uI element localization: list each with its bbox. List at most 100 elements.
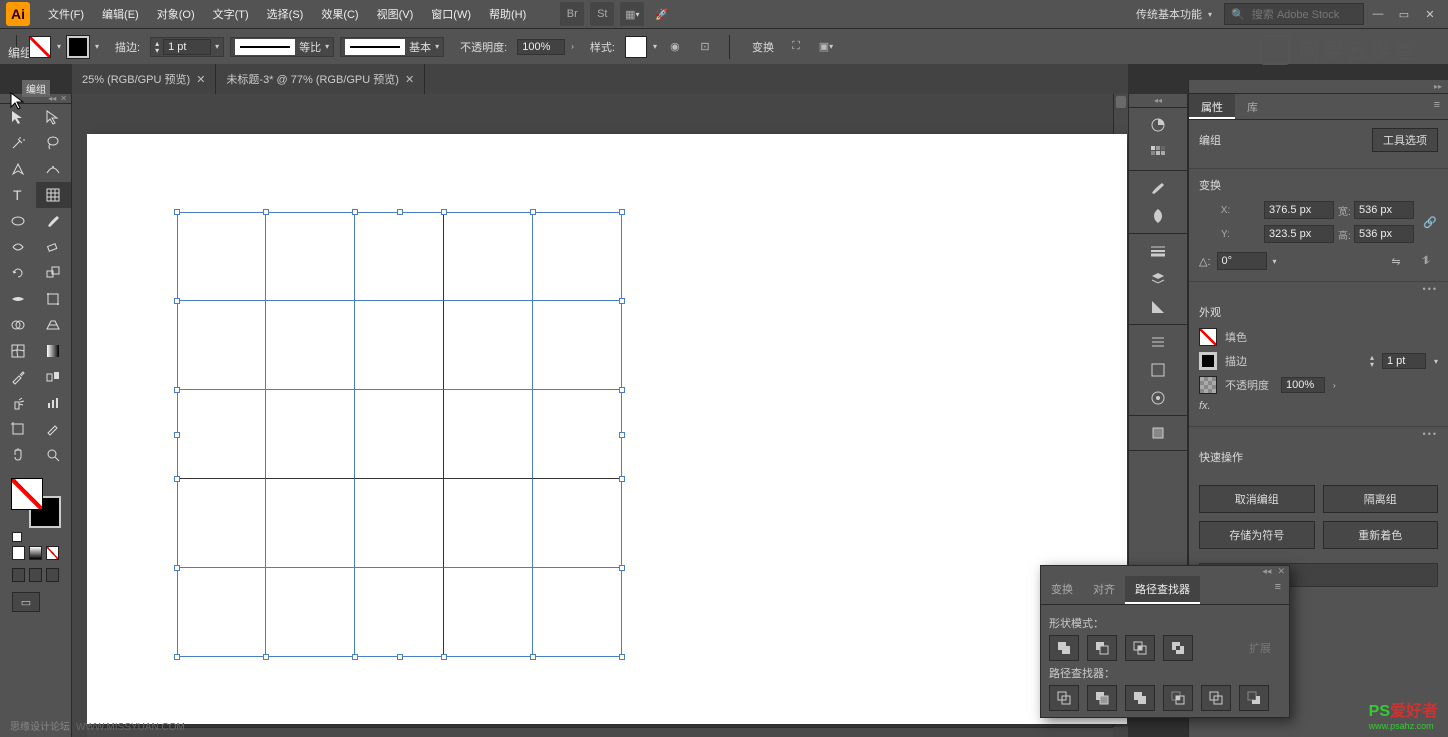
outline-button[interactable] — [1201, 685, 1231, 711]
layers-panel-icon[interactable] — [1129, 265, 1187, 293]
stroke-weight-input[interactable]: ▴▾1 pt▾ — [150, 37, 224, 57]
handle[interactable] — [174, 209, 180, 215]
search-stock[interactable]: 🔍 搜索 Adobe Stock — [1224, 3, 1364, 25]
dock-collapse[interactable]: ◂◂ — [1129, 94, 1187, 108]
more-opacity-icon[interactable]: › — [571, 42, 574, 51]
handle[interactable] — [619, 387, 625, 393]
collapse-icon[interactable]: ◂◂ — [1262, 566, 1271, 576]
trim-button[interactable] — [1087, 685, 1117, 711]
horizontal-scrollbar[interactable] — [87, 727, 1113, 737]
menu-effect[interactable]: 效果(C) — [313, 2, 366, 26]
opacity-input[interactable]: 100% — [517, 39, 565, 55]
handle[interactable] — [619, 654, 625, 660]
flip-v-icon[interactable]: ⥮ — [1414, 249, 1438, 273]
stroke-swatch[interactable] — [1199, 352, 1217, 370]
bridge-icon[interactable]: Br — [560, 2, 584, 26]
shaper-tool[interactable] — [0, 234, 36, 260]
unite-button[interactable] — [1049, 635, 1079, 661]
width-tool[interactable] — [0, 286, 36, 312]
opacity-swatch[interactable] — [1199, 376, 1217, 394]
minus-back-button[interactable] — [1239, 685, 1269, 711]
panel-menu-icon[interactable]: ≡ — [1426, 94, 1448, 119]
handle[interactable] — [441, 654, 447, 660]
pathfinder-panel[interactable]: ◂◂✕ 变换 对齐 路径查找器 ≡ 形状模式： 扩展 路径查找器： — [1040, 565, 1290, 718]
doc-tab[interactable]: 未标题-3* @ 77% (RGB/GPU 预览) ✕ — [216, 64, 425, 94]
chevron-down-icon[interactable]: ▾ — [653, 42, 657, 51]
merge-button[interactable] — [1125, 685, 1155, 711]
magic-wand-tool[interactable] — [0, 130, 36, 156]
color-panel-icon[interactable] — [1129, 111, 1187, 139]
style-swatch[interactable] — [625, 36, 647, 58]
symbol-sprayer-tool[interactable] — [0, 390, 36, 416]
handle[interactable] — [174, 476, 180, 482]
handle[interactable] — [530, 209, 536, 215]
type-tool[interactable]: T — [0, 182, 36, 208]
lasso-tool[interactable] — [36, 130, 72, 156]
tab-properties[interactable]: 属性 — [1189, 94, 1235, 119]
stroke-panel-icon[interactable] — [1129, 237, 1187, 265]
doc-tab[interactable]: 25% (RGB/GPU 预览) ✕ — [72, 64, 216, 94]
menu-object[interactable]: 对象(O) — [149, 2, 203, 26]
handle[interactable] — [174, 654, 180, 660]
gradient-mode[interactable] — [29, 546, 42, 560]
chevron-down-icon[interactable]: ▾ — [95, 42, 99, 51]
gradient-tool[interactable] — [36, 338, 72, 364]
symbols-panel-icon[interactable] — [1129, 202, 1187, 230]
eyedropper-tool[interactable] — [0, 364, 36, 390]
default-colors-icon[interactable] — [12, 532, 22, 542]
artboard[interactable] — [87, 134, 1127, 724]
rotate-input[interactable]: 0° — [1217, 252, 1267, 270]
align-panel-icon[interactable] — [1129, 328, 1187, 356]
maximize-button[interactable]: ▭ — [1392, 4, 1416, 24]
tab-libraries[interactable]: 库 — [1235, 94, 1270, 119]
draw-behind[interactable] — [29, 568, 42, 582]
recolor-icon[interactable]: ◉ — [663, 35, 687, 59]
chevron-down-icon[interactable]: ▾ — [1273, 257, 1277, 266]
tool-options-button[interactable]: 工具选项 — [1372, 128, 1438, 152]
ungroup-button[interactable]: 取消编组 — [1199, 485, 1315, 513]
curvature-tool[interactable] — [36, 156, 72, 182]
ellipse-tool[interactable] — [0, 208, 36, 234]
hand-tool[interactable] — [0, 442, 36, 468]
isolate-button[interactable]: 隔离组 — [1323, 485, 1439, 513]
handle[interactable] — [619, 565, 625, 571]
handle[interactable] — [263, 209, 269, 215]
close-icon[interactable]: ✕ — [196, 73, 205, 86]
shape-builder-tool[interactable] — [0, 312, 36, 338]
graphic-styles-panel-icon[interactable] — [1129, 419, 1187, 447]
transparency-panel-icon[interactable] — [1129, 384, 1187, 412]
menu-type[interactable]: 文字(T) — [205, 2, 257, 26]
fill-color[interactable] — [11, 478, 43, 510]
stepper-icon[interactable]: ▴▾ — [1370, 354, 1374, 368]
link-wh-icon[interactable]: 🔗 — [1422, 214, 1438, 230]
transform-icon[interactable]: ⛶ — [784, 35, 808, 59]
recolor-button[interactable]: 重新着色 — [1323, 521, 1439, 549]
appearance-panel-icon[interactable] — [1129, 293, 1187, 321]
handle[interactable] — [174, 565, 180, 571]
workspace-switcher[interactable]: 传统基本功能 ▾ — [1126, 6, 1222, 22]
handle[interactable] — [530, 654, 536, 660]
swatches-panel-icon[interactable] — [1129, 139, 1187, 167]
zoom-tool[interactable] — [36, 442, 72, 468]
menu-edit[interactable]: 编辑(E) — [94, 2, 147, 26]
close-icon[interactable]: ✕ — [1277, 566, 1285, 576]
close-button[interactable]: ✕ — [1418, 4, 1442, 24]
handle[interactable] — [619, 476, 625, 482]
handle[interactable] — [619, 432, 625, 438]
scale-tool[interactable] — [36, 260, 72, 286]
x-input[interactable]: 376.5 px — [1264, 201, 1334, 219]
handle[interactable] — [619, 298, 625, 304]
stroke-weight-input[interactable]: 1 pt — [1382, 353, 1426, 369]
handle[interactable] — [263, 654, 269, 660]
intersect-button[interactable] — [1125, 635, 1155, 661]
slice-tool[interactable] — [36, 416, 72, 442]
blend-tool[interactable] — [36, 364, 72, 390]
exclude-button[interactable] — [1163, 635, 1193, 661]
opacity-input[interactable]: 100% — [1281, 377, 1325, 393]
minus-front-button[interactable] — [1087, 635, 1117, 661]
arrange-docs-icon[interactable]: ▦▾ — [620, 2, 644, 26]
draw-normal[interactable] — [12, 568, 25, 582]
screen-mode-button[interactable]: ▭ — [12, 592, 40, 612]
eraser-tool[interactable] — [36, 234, 72, 260]
menu-window[interactable]: 窗口(W) — [423, 2, 479, 26]
